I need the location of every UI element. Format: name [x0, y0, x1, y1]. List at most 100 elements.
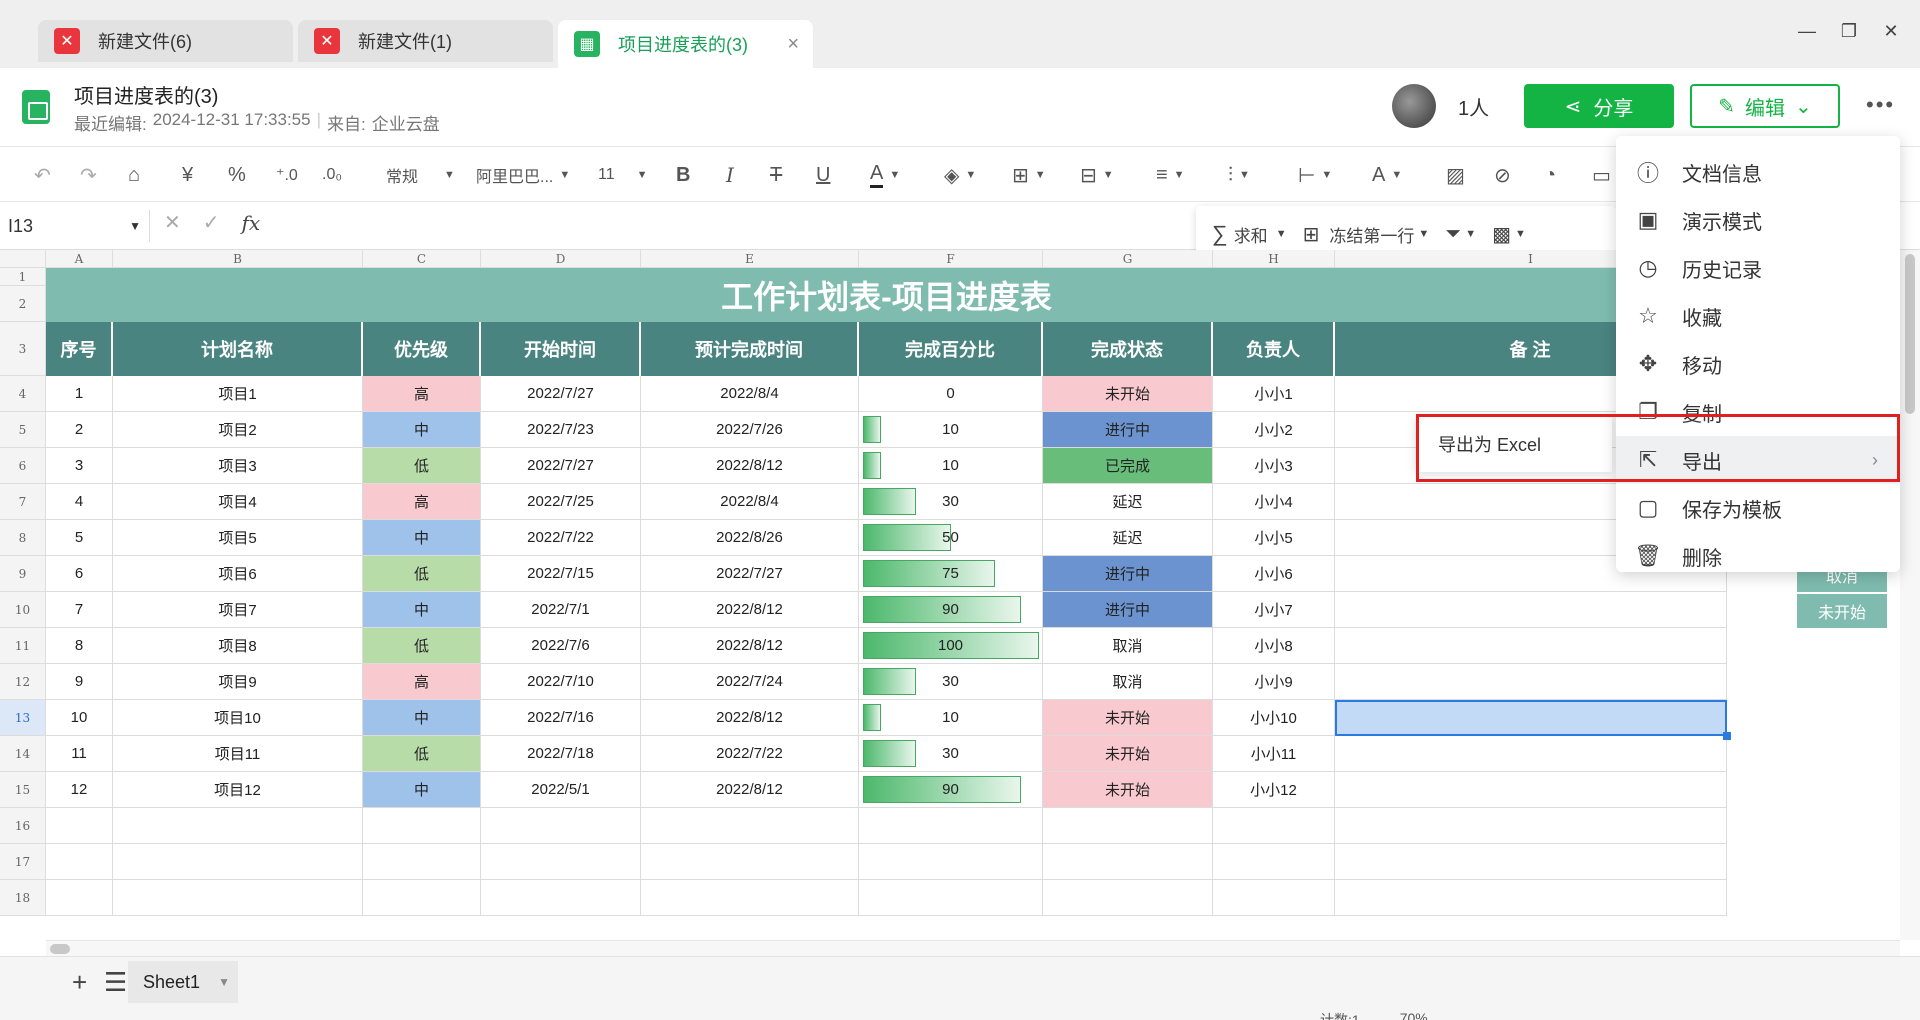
grid-cell[interactable] — [1335, 808, 1727, 844]
table-cell[interactable]: 8 — [46, 628, 113, 664]
table-cell[interactable]: 2022/8/26 — [641, 520, 859, 556]
grid-cell[interactable] — [641, 844, 859, 880]
row-header[interactable]: 5 — [0, 412, 46, 448]
cell-reference-box[interactable]: I13 ▼ — [0, 210, 150, 242]
table-cell[interactable]: 30 — [859, 664, 1043, 700]
fx-icon[interactable]: fx — [242, 211, 261, 235]
grid-cell[interactable] — [363, 808, 481, 844]
zoom-level[interactable]: 70% — [1400, 1010, 1428, 1020]
grid-cell[interactable] — [1043, 880, 1213, 916]
number-format-select[interactable]: 常规 ▼ — [386, 147, 455, 203]
row-header[interactable]: 4 — [0, 376, 46, 412]
table-cell[interactable] — [1335, 628, 1727, 664]
table-cell[interactable]: 未开始 — [1043, 376, 1213, 412]
chevron-down-icon[interactable]: ▼ — [1465, 228, 1476, 240]
table-cell[interactable]: 已完成 — [1043, 448, 1213, 484]
table-cell[interactable]: 项目12 — [113, 772, 363, 808]
table-cell[interactable]: 0 — [859, 376, 1043, 412]
bold-icon[interactable]: B — [676, 147, 690, 203]
table-cell[interactable]: 2022/7/6 — [481, 628, 641, 664]
table-cell[interactable]: 7 — [46, 592, 113, 628]
table-cell[interactable]: 项目4 — [113, 484, 363, 520]
selected-cell[interactable] — [1335, 700, 1727, 736]
share-button[interactable]: ⋖ 分享 — [1524, 84, 1674, 128]
table-cell[interactable]: 2 — [46, 412, 113, 448]
chevron-down-icon[interactable]: ▼ — [1276, 228, 1287, 240]
decimal-increase-icon[interactable]: ⁺.0 — [276, 147, 298, 203]
table-cell[interactable]: 12 — [46, 772, 113, 808]
table-cell[interactable]: 小小5 — [1213, 520, 1335, 556]
close-window-icon[interactable]: ✕ — [1876, 16, 1906, 46]
scroll-thumb[interactable] — [50, 944, 70, 954]
table-cell[interactable]: 1 — [46, 376, 113, 412]
table-cell[interactable]: 高 — [363, 484, 481, 520]
table-cell[interactable]: 高 — [363, 664, 481, 700]
italic-icon[interactable]: I — [726, 147, 734, 203]
table-cell[interactable]: 小小1 — [1213, 376, 1335, 412]
grid-cell[interactable] — [481, 808, 641, 844]
fill-handle[interactable] — [1723, 732, 1731, 740]
table-cell[interactable]: 2022/7/24 — [641, 664, 859, 700]
table-cell[interactable]: 2022/7/10 — [481, 664, 641, 700]
tab-project-sheet[interactable]: ▦ 项目进度表的(3) × — [558, 20, 813, 68]
table-cell[interactable]: 进行中 — [1043, 592, 1213, 628]
column-header[interactable]: B — [113, 250, 363, 268]
table-cell[interactable]: 2022/8/12 — [641, 592, 859, 628]
table-cell[interactable]: 2022/8/12 — [641, 628, 859, 664]
font-size-select[interactable]: 11 ▼ — [598, 147, 648, 203]
table-cell[interactable]: 小小9 — [1213, 664, 1335, 700]
grid-cell[interactable] — [1335, 880, 1727, 916]
horizontal-scrollbar[interactable] — [46, 940, 1900, 956]
menu-item-history[interactable]: ◷ 历史记录 — [1616, 244, 1900, 292]
format-painter-icon[interactable]: ⌂ — [128, 147, 140, 203]
table-cell[interactable]: 低 — [363, 628, 481, 664]
column-header[interactable]: G — [1043, 250, 1213, 268]
menu-item-trash[interactable]: 🗑 删除 — [1616, 532, 1900, 580]
table-cell[interactable]: 项目1 — [113, 376, 363, 412]
row-header[interactable]: 10 — [0, 592, 46, 628]
table-cell[interactable]: 3 — [46, 448, 113, 484]
comment-icon[interactable]: ▭ — [1592, 147, 1611, 203]
table-cell[interactable]: 2022/8/12 — [641, 700, 859, 736]
grid-cell[interactable] — [46, 808, 113, 844]
table-cell[interactable]: 小小4 — [1213, 484, 1335, 520]
row-header[interactable]: 15 — [0, 772, 46, 808]
font-color-icon[interactable]: A ▼ — [870, 147, 900, 203]
table-cell[interactable]: 小小11 — [1213, 736, 1335, 772]
table-cell[interactable]: 延迟 — [1043, 520, 1213, 556]
avatar[interactable] — [1392, 84, 1436, 128]
filter-icon[interactable]: ⏷ — [1445, 223, 1461, 246]
table-cell[interactable]: 100 — [859, 628, 1043, 664]
menu-item-move[interactable]: ✥ 移动 — [1616, 340, 1900, 388]
table-cell[interactable]: 2022/7/27 — [481, 376, 641, 412]
percent-icon[interactable]: % — [228, 147, 246, 203]
table-cell[interactable]: 2022/8/12 — [641, 448, 859, 484]
table-cell[interactable]: 90 — [859, 772, 1043, 808]
table-cell[interactable]: 90 — [859, 592, 1043, 628]
row-header[interactable]: 14 — [0, 736, 46, 772]
table-cell[interactable]: 2022/7/25 — [481, 484, 641, 520]
column-header[interactable]: H — [1213, 250, 1335, 268]
freeze-icon[interactable]: ⊞ — [1303, 222, 1320, 247]
table-cell[interactable]: 进行中 — [1043, 556, 1213, 592]
column-header[interactable]: A — [46, 250, 113, 268]
redo-icon[interactable]: ↷ — [80, 147, 97, 203]
table-cell[interactable]: 2022/7/18 — [481, 736, 641, 772]
table-cell[interactable]: 延迟 — [1043, 484, 1213, 520]
table-cell[interactable]: 11 — [46, 736, 113, 772]
table-cell[interactable]: 2022/7/23 — [481, 412, 641, 448]
grid-cell[interactable] — [1213, 808, 1335, 844]
grid-cell[interactable] — [641, 808, 859, 844]
table-cell[interactable]: 项目8 — [113, 628, 363, 664]
grid-cell[interactable] — [481, 880, 641, 916]
currency-icon[interactable]: ¥ — [182, 147, 193, 203]
table-cell[interactable]: 小小2 — [1213, 412, 1335, 448]
table-cell[interactable]: 小小10 — [1213, 700, 1335, 736]
table-cell[interactable]: 高 — [363, 376, 481, 412]
row-header[interactable]: 6 — [0, 448, 46, 484]
edit-button[interactable]: ✎ 编辑 ⌄ — [1690, 84, 1840, 128]
grid-cell[interactable] — [859, 880, 1043, 916]
menu-item-template[interactable]: ▢ 保存为模板 — [1616, 484, 1900, 532]
table-cell[interactable]: 取消 — [1043, 628, 1213, 664]
cancel-icon[interactable]: ✕ — [164, 210, 181, 235]
